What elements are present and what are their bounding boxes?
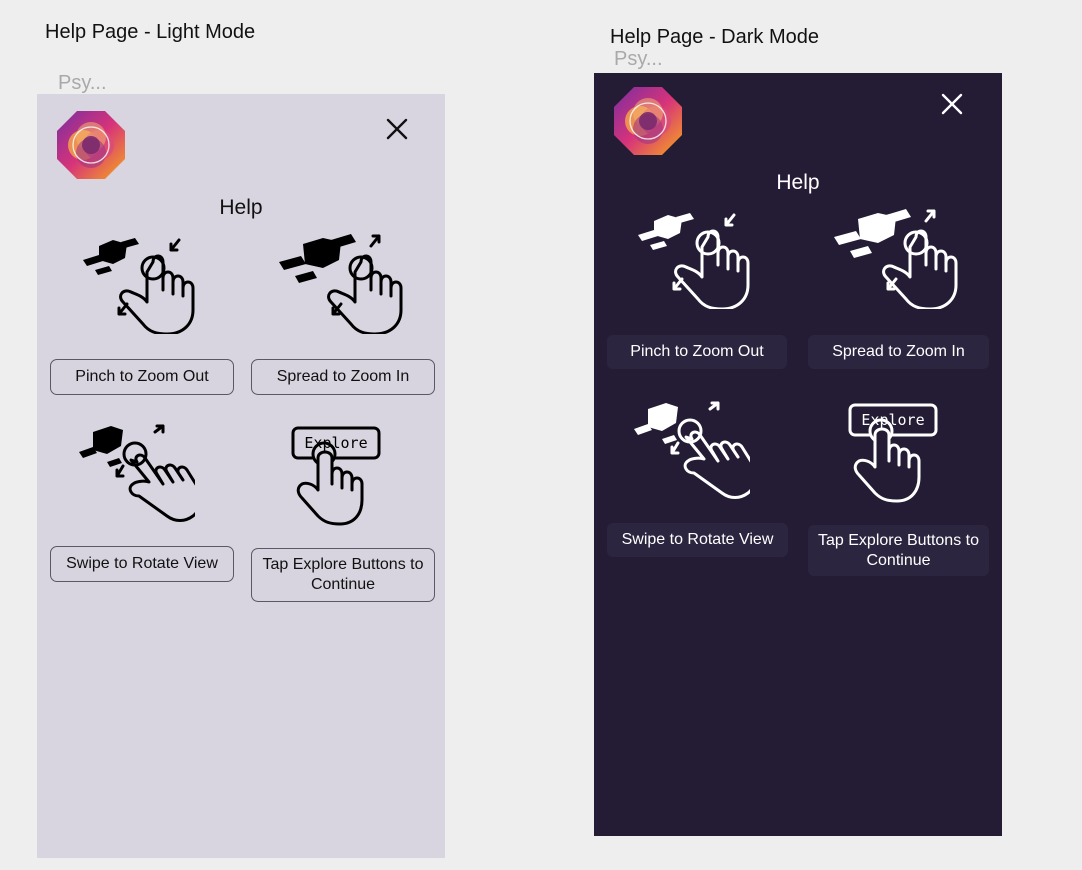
tap-explore-buttons-button[interactable]: Tap Explore Buttons to Continue	[251, 548, 435, 602]
pinch-gesture-icon	[638, 213, 750, 309]
explore-label: Explore	[861, 411, 924, 429]
pinch-to-zoom-out-button[interactable]: Pinch to Zoom Out	[607, 335, 787, 369]
close-icon[interactable]	[386, 118, 408, 140]
spread-gesture-icon	[834, 209, 958, 309]
tap-explore-buttons-button[interactable]: Tap Explore Buttons to Continue	[808, 525, 989, 576]
tap-gesture-icon: Explore	[291, 426, 381, 526]
help-page-light: Help Pinch to Zoom Out Spread to Zoom In…	[37, 94, 445, 858]
light-frame-label: Help Page - Light Mode	[45, 21, 256, 43]
page-title: Help	[219, 196, 263, 219]
spread-to-zoom-in-button[interactable]: Spread to Zoom In	[808, 335, 989, 369]
swipe-gesture-icon	[634, 401, 750, 499]
swipe-to-rotate-view-button[interactable]: Swipe to Rotate View	[607, 523, 788, 557]
help-page-dark: Help Pinch to Zoom Out Spread to Zoom In…	[594, 73, 1002, 836]
app-logo-icon	[614, 87, 682, 155]
light-app-name: Psy...	[58, 72, 107, 94]
explore-label: Explore	[304, 434, 367, 452]
app-logo-icon	[57, 111, 125, 179]
spread-gesture-icon	[279, 234, 403, 334]
swipe-gesture-icon	[79, 424, 195, 522]
dark-app-name: Psy...	[614, 48, 663, 70]
swipe-to-rotate-view-button[interactable]: Swipe to Rotate View	[50, 546, 234, 582]
tap-gesture-icon: Explore	[848, 403, 938, 503]
pinch-gesture-icon	[83, 238, 195, 334]
close-icon[interactable]	[941, 93, 963, 115]
page-title: Help	[776, 171, 820, 194]
pinch-to-zoom-out-button[interactable]: Pinch to Zoom Out	[50, 359, 234, 395]
dark-frame-label: Help Page - Dark Mode	[610, 26, 819, 48]
spread-to-zoom-in-button[interactable]: Spread to Zoom In	[251, 359, 435, 395]
